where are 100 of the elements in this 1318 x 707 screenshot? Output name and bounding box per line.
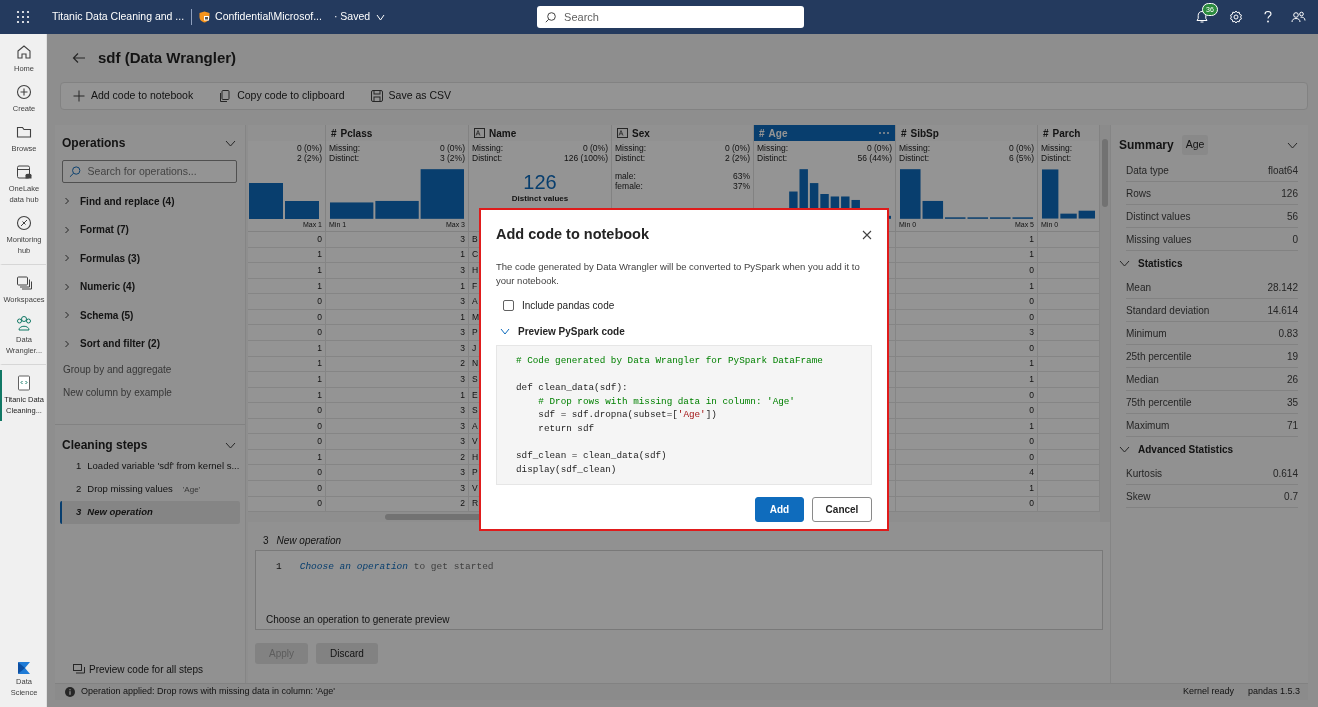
action-button[interactable]: Discard xyxy=(316,643,378,664)
code-line: sdf = sdf.dropna(subset=['Age']) xyxy=(537,408,718,422)
chevron-down-icon[interactable] xyxy=(1287,141,1298,149)
save-icon xyxy=(370,90,383,102)
expander-toggle[interactable]: Preview PySpark code xyxy=(500,323,872,339)
checkbox[interactable]: Include pandas code xyxy=(503,297,872,313)
section-title: Cleaning steps xyxy=(62,437,148,454)
save-status[interactable]: · Saved xyxy=(333,9,371,25)
table-cell: 1 xyxy=(317,388,322,402)
table-cell: 0 xyxy=(1029,450,1034,464)
chevron-right-icon[interactable] xyxy=(63,282,71,291)
stat-label: Missing: xyxy=(615,144,647,154)
more-icon[interactable] xyxy=(878,131,890,135)
app-launcher-icon[interactable] xyxy=(16,10,30,24)
table-cell: 1 xyxy=(317,372,322,386)
settings-icon[interactable] xyxy=(1229,10,1243,24)
stat-label: Distinct values xyxy=(1126,209,1191,224)
table-cell: M xyxy=(472,310,480,324)
table-cell: 3 xyxy=(460,372,465,386)
search-icon xyxy=(545,11,557,23)
table-cell: 0 xyxy=(317,466,322,480)
stat-label: Data type xyxy=(1126,163,1169,178)
search-input[interactable]: Search for operations... xyxy=(85,162,230,181)
code-editor[interactable]: 1 Choose an operation to get started Choose an operation to generate preview xyxy=(255,550,1103,630)
stat-value: 28.142 xyxy=(1267,280,1298,295)
chevron-right-icon[interactable] xyxy=(63,225,71,234)
operation-group[interactable]: Numeric (4) xyxy=(55,272,245,301)
cleaning-step[interactable]: 3 New operation xyxy=(60,501,240,524)
table-cell: 0 xyxy=(317,481,322,495)
code-line: sdf_clean = clean_data(sdf) xyxy=(516,448,668,463)
toolbar-button[interactable]: Add code to notebook xyxy=(69,86,198,106)
windows-icon xyxy=(15,274,33,292)
table-cell: 1 xyxy=(460,388,465,402)
page-title: sdf (Data Wrangler) xyxy=(98,47,237,68)
preview-code-link[interactable]: Preview code for all steps xyxy=(55,662,245,683)
histogram-drawing xyxy=(1041,169,1096,219)
table-cell: 3 xyxy=(460,419,465,433)
operation-group[interactable]: Formulas (3) xyxy=(55,244,245,273)
column-tag: Age xyxy=(1181,135,1209,155)
operation-item[interactable]: Group by and aggregate xyxy=(55,358,245,381)
search-input[interactable]: Search xyxy=(562,7,783,27)
chevron-right-icon[interactable] xyxy=(63,197,71,206)
toolbar-button[interactable]: Copy code to clipboard xyxy=(215,86,349,106)
operation-group[interactable]: Schema (5) xyxy=(55,301,245,330)
chevron-down-icon[interactable] xyxy=(1119,260,1130,267)
stat-value: 6 (5%) xyxy=(1008,153,1034,163)
code-line: return sdf xyxy=(537,421,596,436)
search-field[interactable]: Search for operations... xyxy=(62,160,237,183)
table-cell: S xyxy=(472,404,478,417)
close-icon[interactable] xyxy=(862,229,872,240)
stat-label: Median xyxy=(1126,372,1159,387)
copy-icon xyxy=(219,90,232,102)
chevron-right-icon[interactable] xyxy=(63,339,71,348)
section-toggle[interactable]: Statistics xyxy=(1119,251,1298,276)
table-cell: 0 xyxy=(317,404,322,417)
table-cell: 4 xyxy=(1029,466,1034,480)
chevron-down-icon[interactable] xyxy=(1119,446,1130,453)
chevron-right-icon[interactable] xyxy=(63,254,71,263)
bell-icon[interactable] xyxy=(1195,10,1209,25)
dialog-button[interactable]: Cancel xyxy=(812,497,872,523)
database-icon xyxy=(15,163,33,181)
chevron-down-icon[interactable] xyxy=(225,139,236,147)
table-cell: 0 xyxy=(1029,497,1034,511)
stat-value: 14.614 xyxy=(1267,303,1298,318)
document-title[interactable]: Titanic Data Cleaning and ... xyxy=(52,9,185,25)
stat-label: Missing: xyxy=(757,144,789,154)
table-cell: 1 xyxy=(1029,232,1034,246)
stat-value: 0.83 xyxy=(1278,326,1298,341)
column-header[interactable]: # Age xyxy=(754,125,895,141)
stat-value: 2 (2%) xyxy=(724,153,750,163)
table-cell: A xyxy=(472,419,478,433)
sensitivity-label[interactable]: Confidential\Microsof... xyxy=(215,9,322,25)
chevron-down-icon[interactable] xyxy=(225,441,236,449)
cleaning-step[interactable]: 1 Loaded variable 'sdf' from kernel s... xyxy=(60,455,240,478)
operation-group[interactable]: Sort and filter (2) xyxy=(55,329,245,358)
people-icon[interactable] xyxy=(1291,10,1306,24)
table-cell: 1 xyxy=(317,279,322,293)
operation-group[interactable]: Find and replace (4) xyxy=(55,187,245,216)
dialog-button[interactable]: Add xyxy=(755,497,804,523)
stat-value: 35 xyxy=(1286,395,1298,410)
notebook-icon xyxy=(15,374,33,392)
table-cell: 1 xyxy=(1029,419,1034,433)
operation-item[interactable]: New column by example xyxy=(55,381,245,404)
vertical-scrollbar[interactable] xyxy=(1100,125,1110,522)
cleaning-step[interactable]: 2 Drop missing values 'Age' xyxy=(60,478,240,501)
back-arrow-icon[interactable] xyxy=(72,52,86,64)
section-toggle[interactable]: Advanced Statistics xyxy=(1119,437,1298,462)
search-field[interactable]: Search xyxy=(537,6,805,28)
chevron-right-icon[interactable] xyxy=(63,311,71,320)
chevron-down-icon[interactable] xyxy=(500,327,510,335)
table-cell: B xyxy=(472,232,478,246)
table-cell: R xyxy=(472,497,479,511)
toolbar-button[interactable]: Save as CSV xyxy=(366,86,456,106)
help-icon[interactable] xyxy=(1263,10,1273,24)
stat-label: 75th percentile xyxy=(1126,395,1192,410)
stat-label: Missing values xyxy=(1126,232,1192,247)
table-cell: 0 xyxy=(1029,295,1034,308)
table-cell: 0 xyxy=(317,232,322,246)
code-line: # Drop rows with missing data in column: 'Age' xyxy=(537,394,796,409)
operation-group[interactable]: Format (7) xyxy=(55,215,245,244)
